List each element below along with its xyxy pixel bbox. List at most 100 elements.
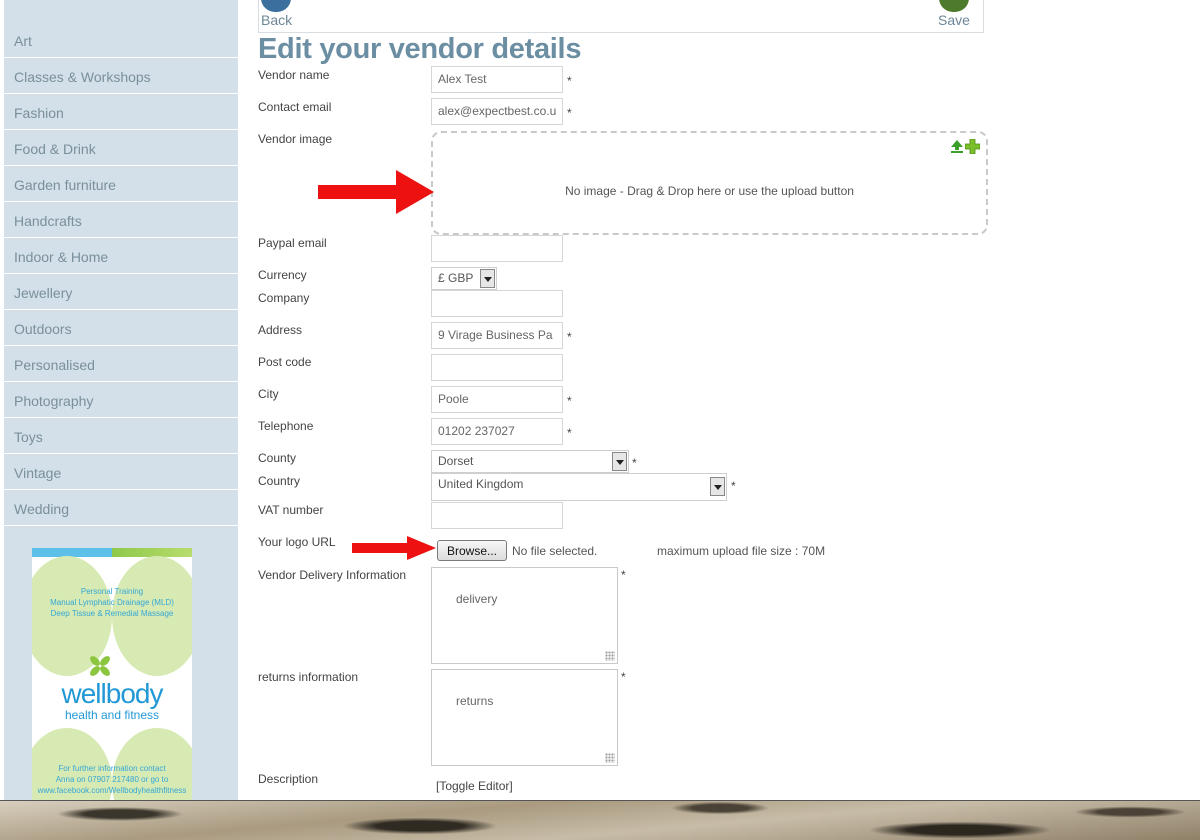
- category-label: Classes & Workshops: [14, 69, 151, 85]
- required-marker: *: [567, 426, 572, 440]
- category-label: Photography: [14, 393, 94, 409]
- max-upload-size: maximum upload file size : 70M: [657, 544, 826, 558]
- upload-icon[interactable]: [950, 139, 964, 153]
- country-label: Country: [258, 474, 301, 488]
- dropdown-arrow-icon: [480, 269, 495, 288]
- telephone-input[interactable]: 01202 237027: [431, 418, 563, 445]
- wellbody-logo-icon: [90, 656, 110, 676]
- category-art[interactable]: Art: [4, 23, 238, 58]
- category-label: Jewellery: [14, 285, 73, 301]
- required-marker: *: [632, 456, 637, 470]
- toggle-editor-link[interactable]: [Toggle Editor]: [436, 779, 513, 793]
- category-toys[interactable]: Toys: [4, 419, 238, 454]
- country-select[interactable]: United Kingdom: [431, 473, 727, 501]
- category-garden-furniture[interactable]: Garden furniture: [4, 167, 238, 202]
- category-label: Indoor & Home: [14, 249, 109, 265]
- returns-info-label: returns information: [258, 670, 359, 684]
- paypal-email-label: Paypal email: [258, 236, 327, 250]
- save-icon: [939, 0, 969, 12]
- city-label: City: [258, 387, 279, 401]
- ad-services: Personal Training Manual Lymphatic Drain…: [50, 587, 174, 618]
- county-select[interactable]: Dorset: [431, 450, 629, 473]
- footer-background-image: [0, 800, 1200, 840]
- contact-email-input[interactable]: alex@expectbest.co.u: [431, 98, 563, 125]
- contact-email-label: Contact email: [258, 100, 332, 114]
- category-fashion[interactable]: Fashion: [4, 95, 238, 130]
- description-label: Description: [258, 772, 319, 786]
- ad-brand: wellbody: [61, 678, 164, 709]
- currency-value: £ GBP: [438, 271, 474, 285]
- category-photography[interactable]: Photography: [4, 383, 238, 418]
- category-label: Outdoors: [14, 321, 72, 337]
- category-label: Fashion: [14, 105, 64, 121]
- city-input[interactable]: Poole: [431, 386, 563, 413]
- category-classes-workshops[interactable]: Classes & Workshops: [4, 59, 238, 94]
- delivery-info-textarea[interactable]: delivery: [431, 567, 618, 664]
- vendor-image-dropzone[interactable]: No image - Drag & Drop here or use the u…: [431, 131, 988, 235]
- county-label: County: [258, 451, 297, 465]
- post-code-input[interactable]: [431, 354, 563, 381]
- paypal-email-input[interactable]: [431, 235, 563, 262]
- post-code-label: Post code: [258, 355, 312, 369]
- currency-select[interactable]: £ GBP: [431, 267, 497, 290]
- returns-value: returns: [456, 694, 494, 708]
- ad-tagline: health and fitness: [64, 708, 160, 722]
- required-marker: *: [567, 106, 572, 120]
- file-status: No file selected.: [512, 544, 598, 558]
- address-label: Address: [258, 323, 303, 337]
- save-label: Save: [938, 12, 970, 28]
- back-icon: [261, 0, 291, 12]
- footer-divider: [0, 800, 1200, 801]
- delivery-info-label: Vendor Delivery Information: [258, 568, 407, 582]
- company-input[interactable]: [431, 290, 563, 317]
- category-label: Handcrafts: [14, 213, 82, 229]
- sidebar: Art Classes & Workshops Fashion Food & D…: [4, 0, 238, 800]
- dropdown-arrow-icon: [612, 452, 627, 471]
- resize-grip-icon[interactable]: [605, 753, 615, 763]
- browse-button[interactable]: Browse...: [437, 540, 507, 561]
- category-food-drink[interactable]: Food & Drink: [4, 131, 238, 166]
- category-personalised[interactable]: Personalised: [4, 347, 238, 382]
- arrow-annotation-icon: [352, 536, 436, 560]
- vendor-name-input[interactable]: Alex Test: [431, 66, 563, 93]
- wellbody-advert[interactable]: Personal Training Manual Lymphatic Drain…: [32, 548, 192, 800]
- dropzone-message: No image - Drag & Drop here or use the u…: [565, 184, 854, 198]
- category-label: Art: [14, 33, 32, 49]
- category-indoor-home[interactable]: Indoor & Home: [4, 239, 238, 274]
- category-outdoors[interactable]: Outdoors: [4, 311, 238, 346]
- category-jewellery[interactable]: Jewellery: [4, 275, 238, 310]
- category-label: Wedding: [14, 501, 70, 517]
- dropdown-arrow-icon: [710, 477, 725, 496]
- vat-number-label: VAT number: [258, 503, 324, 517]
- vendor-name-label: Vendor name: [258, 68, 330, 82]
- ad-contact: For further information contact Anna on …: [37, 764, 187, 795]
- category-label: Vintage: [14, 465, 62, 481]
- page-title: Edit your vendor details: [258, 33, 582, 65]
- required-marker: *: [621, 568, 626, 582]
- required-marker: *: [621, 670, 626, 684]
- required-marker: *: [567, 330, 572, 344]
- resize-grip-icon[interactable]: [605, 651, 615, 661]
- required-marker: *: [567, 394, 572, 408]
- required-marker: *: [731, 479, 736, 493]
- category-handcrafts[interactable]: Handcrafts: [4, 203, 238, 238]
- category-wedding[interactable]: Wedding: [4, 491, 238, 526]
- toolbar: Back Save: [258, 0, 984, 33]
- vat-number-input[interactable]: [431, 502, 563, 529]
- category-label: Toys: [14, 429, 43, 445]
- address-input[interactable]: 9 Virage Business Pa: [431, 322, 563, 349]
- category-label: Garden furniture: [14, 177, 116, 193]
- arrow-annotation-icon: [318, 170, 434, 214]
- category-label: Food & Drink: [14, 141, 96, 157]
- ad-stripe: [32, 548, 192, 557]
- category-vintage[interactable]: Vintage: [4, 455, 238, 490]
- logo-url-label: Your logo URL: [258, 535, 336, 549]
- country-value: United Kingdom: [438, 477, 524, 491]
- delivery-value: delivery: [456, 592, 498, 606]
- company-label: Company: [258, 291, 310, 305]
- returns-info-textarea[interactable]: returns: [431, 669, 618, 766]
- vendor-image-label: Vendor image: [258, 132, 333, 146]
- add-icon[interactable]: [965, 139, 980, 154]
- category-label: Personalised: [14, 357, 95, 373]
- back-label: Back: [261, 12, 293, 28]
